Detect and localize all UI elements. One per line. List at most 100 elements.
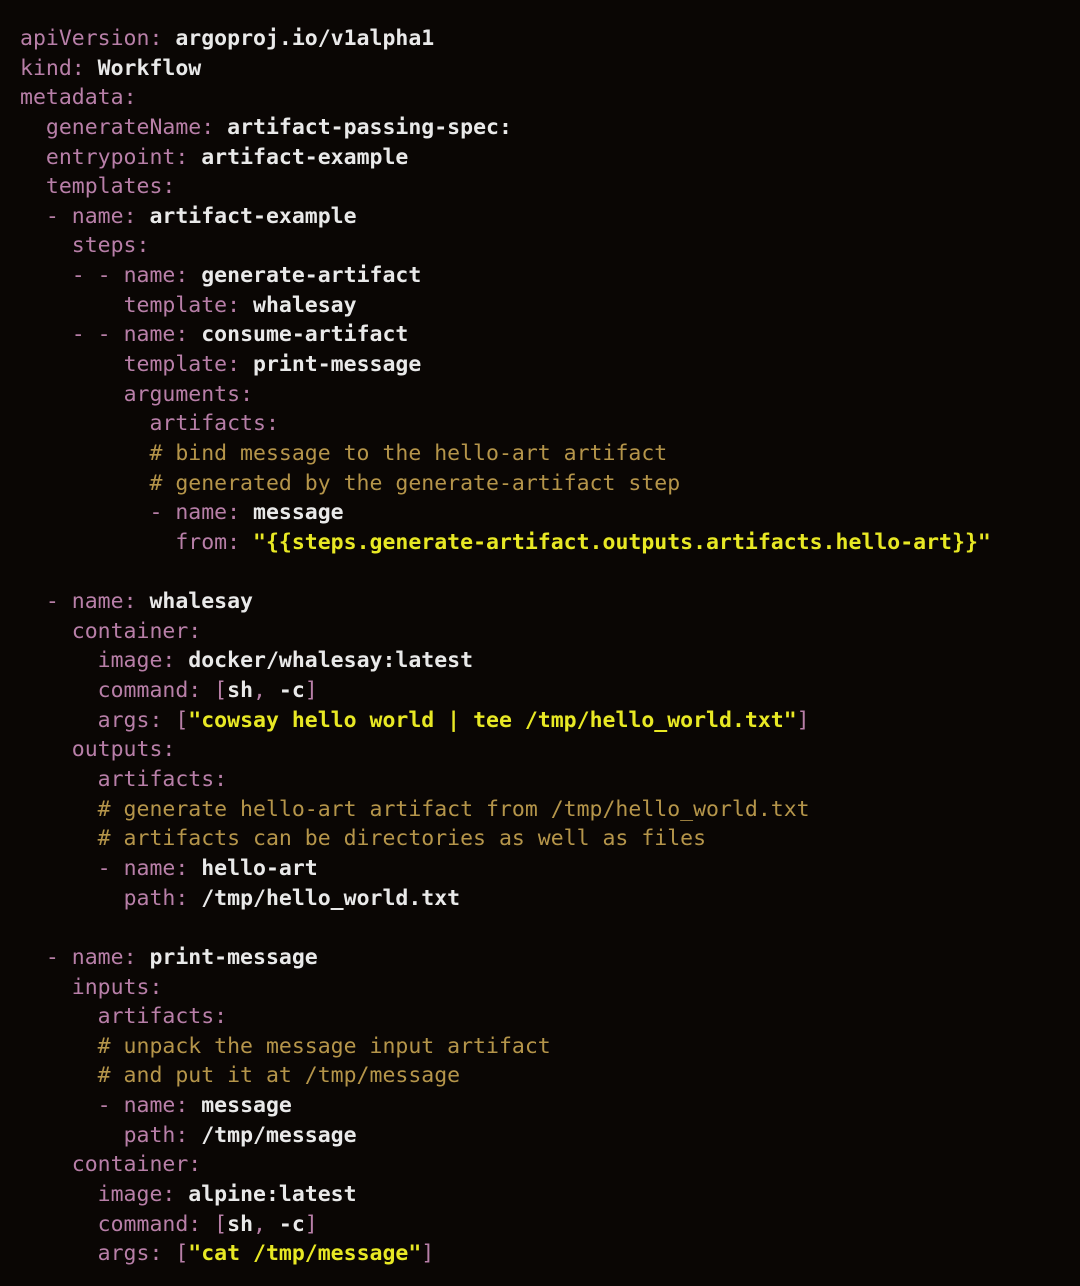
code-token-key: apiVersion — [20, 26, 150, 51]
code-token-punct: : — [123, 589, 150, 615]
code-token-punct: - — [45, 589, 72, 615]
code-token-val: artifact-example — [149, 203, 357, 229]
code-token-punct: : — [175, 1093, 202, 1119]
code-token-punct: ] — [796, 707, 810, 733]
code-token-punct: : — [175, 263, 202, 289]
code-token-key: name — [71, 203, 124, 229]
code-token-key: name — [175, 500, 228, 526]
code-line: artifacts: — [20, 765, 1080, 795]
code-token-punct: - — [97, 1093, 124, 1119]
code-token-key: image — [97, 648, 163, 674]
code-token-punct: : — [162, 648, 189, 674]
code-token-str: "cowsay hello world | tee /tmp/hello_wor… — [188, 707, 797, 733]
code-token-punct: , — [253, 678, 279, 704]
code-token-val: message — [253, 500, 344, 526]
code-line: steps: — [20, 231, 1080, 261]
code-token-key: template — [123, 292, 228, 318]
code-token-punct: ] — [304, 1211, 318, 1237]
code-token-val: alpine:latest — [188, 1181, 357, 1207]
code-token-key: command — [97, 1211, 189, 1237]
code-line: - - name: consume-artifact — [20, 320, 1080, 350]
code-token-val: generate-artifact — [201, 263, 422, 289]
code-token-punct: : — [214, 1004, 228, 1030]
code-token-punct: ] — [304, 678, 318, 704]
code-line: templates: — [20, 172, 1080, 202]
code-editor-view: apiVersion: argoproj.io/v1alpha1 kind: Wo… — [0, 0, 1080, 1286]
code-line: args: ["cowsay hello world | tee /tmp/he… — [20, 706, 1080, 736]
code-line: inputs: — [20, 973, 1080, 1003]
code-line: entrypoint: artifact-example — [20, 143, 1080, 173]
code-line: kind: Workflow — [20, 54, 1080, 84]
code-line: - name: whalesay — [20, 587, 1080, 617]
code-token-punct: : — [149, 26, 176, 51]
code-line: artifacts: — [20, 1002, 1080, 1032]
code-token-punct: : — [188, 1152, 202, 1178]
code-token-str: "{{steps.generate-artifact.outputs.artif… — [253, 529, 991, 555]
code-line: - name: message — [20, 1091, 1080, 1121]
code-line: metadata: — [20, 83, 1080, 113]
code-token-punct: : [ — [149, 707, 189, 733]
code-token-key: inputs — [71, 974, 150, 1000]
code-token-key: generateName — [45, 114, 202, 140]
code-token-cmt: # artifacts can be directories as well a… — [97, 826, 707, 852]
code-token-key: name — [71, 589, 124, 615]
code-line: template: whalesay — [20, 291, 1080, 321]
code-line: command: [sh, -c] — [20, 676, 1080, 706]
code-line: path: /tmp/hello_world.txt — [20, 884, 1080, 914]
code-line: - name: hello-art — [20, 854, 1080, 884]
code-token-key: container — [71, 1152, 189, 1178]
code-token-key: template — [123, 352, 228, 378]
code-line: - - name: generate-artifact — [20, 261, 1080, 291]
code-token-punct: : — [162, 174, 176, 200]
code-line: outputs: — [20, 735, 1080, 765]
code-token-key: path — [123, 1122, 176, 1148]
code-line: from: "{{steps.generate-artifact.outputs… — [20, 528, 1080, 558]
code-token-punct: : — [227, 352, 254, 378]
code-token-punct: : — [265, 411, 279, 437]
code-token-key: arguments — [123, 381, 241, 407]
code-token-val: /tmp/message — [201, 1122, 357, 1148]
code-token-punct: : — [123, 85, 137, 111]
code-line: - name: message — [20, 498, 1080, 528]
code-line: artifacts: — [20, 409, 1080, 439]
code-token-val: sh — [227, 1211, 254, 1237]
code-token-val: print-message — [149, 944, 318, 970]
code-token-punct: : — [123, 203, 150, 229]
code-token-key: steps — [71, 233, 137, 259]
code-token-punct: : — [175, 1122, 202, 1148]
code-token-key: args — [97, 707, 150, 733]
code-token-key: command — [97, 678, 189, 704]
code-line: image: alpine:latest — [20, 1180, 1080, 1210]
code-token-val: whalesay — [149, 589, 254, 615]
code-line: image: docker/whalesay:latest — [20, 646, 1080, 676]
code-token-key: path — [123, 885, 176, 911]
code-token-punct: - — [149, 500, 176, 526]
code-token-val: /tmp/hello_world.txt — [201, 885, 461, 911]
code-token-key: name — [123, 322, 176, 348]
code-token-punct: : — [123, 944, 150, 970]
code-token-key: artifacts — [97, 1004, 215, 1030]
code-token-punct: - — [45, 203, 72, 229]
code-token-key: kind — [20, 55, 72, 81]
code-line: - name: artifact-example — [20, 202, 1080, 232]
